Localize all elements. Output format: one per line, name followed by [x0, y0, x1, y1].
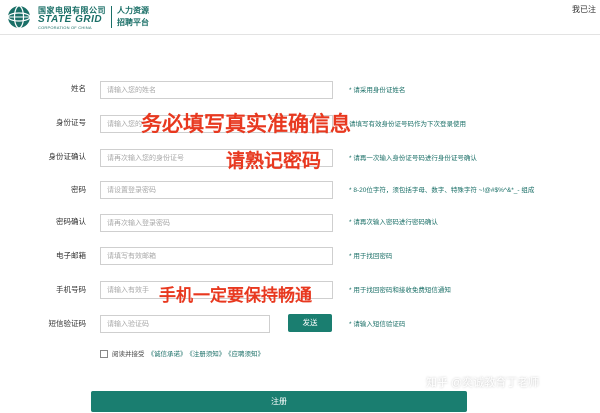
zhihu-watermark: 知乎 @奕诚教育丁老师	[426, 377, 540, 389]
password-confirm-label: 密码确认	[56, 217, 86, 226]
register-button[interactable]: 注册	[91, 391, 467, 412]
state-grid-logo-icon	[7, 5, 31, 29]
email-input[interactable]	[100, 247, 333, 265]
password-label: 密码	[71, 185, 86, 194]
id-number-label: 身份证号	[56, 118, 86, 127]
phone-hint: * 用于找回密码和接收免费短信通知	[349, 287, 451, 294]
email-hint: * 用于找回密码	[349, 253, 393, 260]
password-confirm-hint: * 请再次输入密码进行密码确认	[349, 219, 438, 226]
password-confirm-input[interactable]	[100, 214, 333, 232]
overlay-annotation-accurate-info: 务必填写真实准确信息	[141, 112, 351, 136]
application-notice-link[interactable]: 《应聘须知》	[228, 351, 264, 358]
overlay-annotation-keep-phone: 手机一定要保持畅通	[159, 286, 312, 306]
email-label: 电子邮箱	[56, 251, 86, 260]
password-input[interactable]	[100, 181, 333, 199]
logo-english-name: STATE GRID	[38, 14, 103, 25]
sms-code-label: 短信验证码	[48, 319, 87, 328]
id-number-hint: 请填写有效身份证号码作为下次登录使用	[349, 121, 466, 128]
logo-divider	[111, 6, 112, 28]
sms-code-input[interactable]	[100, 315, 270, 333]
sms-code-hint: * 请输入短信验证码	[349, 321, 406, 328]
send-sms-button[interactable]: 发送	[288, 314, 332, 332]
overlay-annotation-remember-password: 请熟记密码	[226, 150, 322, 172]
integrity-pledge-link[interactable]: 《诚信承诺》	[148, 351, 187, 358]
logo-english-subtitle: CORPORATION OF CHINA	[38, 25, 92, 30]
name-input[interactable]	[100, 81, 333, 99]
name-label: 姓名	[71, 84, 86, 93]
registration-notice-link[interactable]: 《注册须知》	[190, 351, 226, 358]
portal-title-line2: 招聘平台	[117, 18, 149, 27]
agreement-row: 阅读并接受 《诚信承诺》 《注册须知》 《应聘须知》	[100, 348, 264, 359]
password-hint: * 8-20位字符，须包括字母、数字、特殊字符 ~!@#$%^&*_- 组成	[349, 187, 535, 194]
id-confirm-hint: * 请再一次输入身份证号码进行身份证号确认	[349, 155, 477, 162]
phone-label: 手机号码	[56, 285, 86, 294]
name-hint: * 请采用身份证姓名	[349, 87, 406, 94]
id-confirm-label: 身份证确认	[48, 152, 87, 161]
agree-checkbox[interactable]	[100, 350, 108, 359]
portal-title-line1: 人力资源	[117, 6, 149, 15]
top-header: 国家电网有限公司 STATE GRID CORPORATION OF CHINA…	[0, 0, 600, 35]
agree-text: 阅读并接受	[112, 351, 145, 358]
header-user-link[interactable]: 我已注	[572, 4, 596, 15]
